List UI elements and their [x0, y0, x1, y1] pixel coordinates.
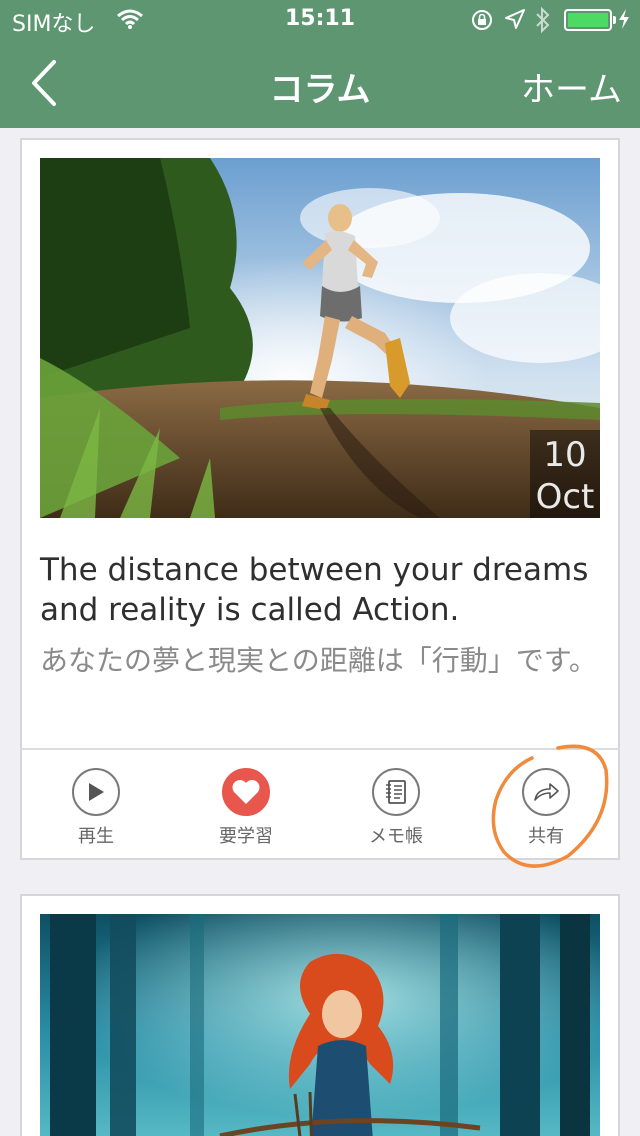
quote-japanese: あなたの夢と現実との距離は「行動」です。	[40, 644, 597, 677]
date-month: Oct	[535, 477, 595, 517]
date-day: 10	[543, 435, 587, 475]
home-button[interactable]: ホーム	[521, 62, 622, 111]
study-later-button[interactable]: 要学習	[186, 768, 306, 848]
archer-girl-forest-photo[interactable]	[40, 914, 600, 1136]
memo-label: メモ帳	[369, 826, 423, 847]
notebook-icon	[372, 768, 420, 816]
memo-button[interactable]: メモ帳	[336, 768, 456, 848]
share-arrow-icon	[522, 768, 570, 816]
location-arrow-icon	[504, 8, 526, 34]
study-later-label: 要学習	[219, 826, 273, 847]
status-bar: SIMなし 15:11	[0, 0, 640, 40]
orientation-lock-icon	[470, 8, 494, 36]
charging-bolt-icon	[618, 8, 630, 34]
play-button[interactable]: 再生	[36, 768, 156, 848]
runner-on-trail-photo[interactable]: 10 Oct	[40, 158, 600, 518]
bluetooth-icon	[534, 6, 552, 38]
column-card	[20, 894, 620, 1136]
play-label: 再生	[78, 826, 114, 847]
heart-icon	[222, 768, 270, 816]
battery-icon	[564, 9, 616, 31]
date-badge: 10 Oct	[530, 430, 600, 518]
share-label: 共有	[528, 826, 564, 847]
card-action-bar: 再生 要学習 メモ帳 共有	[22, 748, 618, 860]
quote-english: The distance between your dreams and rea…	[40, 552, 589, 628]
column-card: 10 Oct The distance between your dreams …	[20, 138, 620, 860]
play-icon	[72, 768, 120, 816]
top-bar: SIMなし 15:11 コラム ホーム	[0, 0, 640, 128]
share-button[interactable]: 共有	[486, 768, 606, 848]
